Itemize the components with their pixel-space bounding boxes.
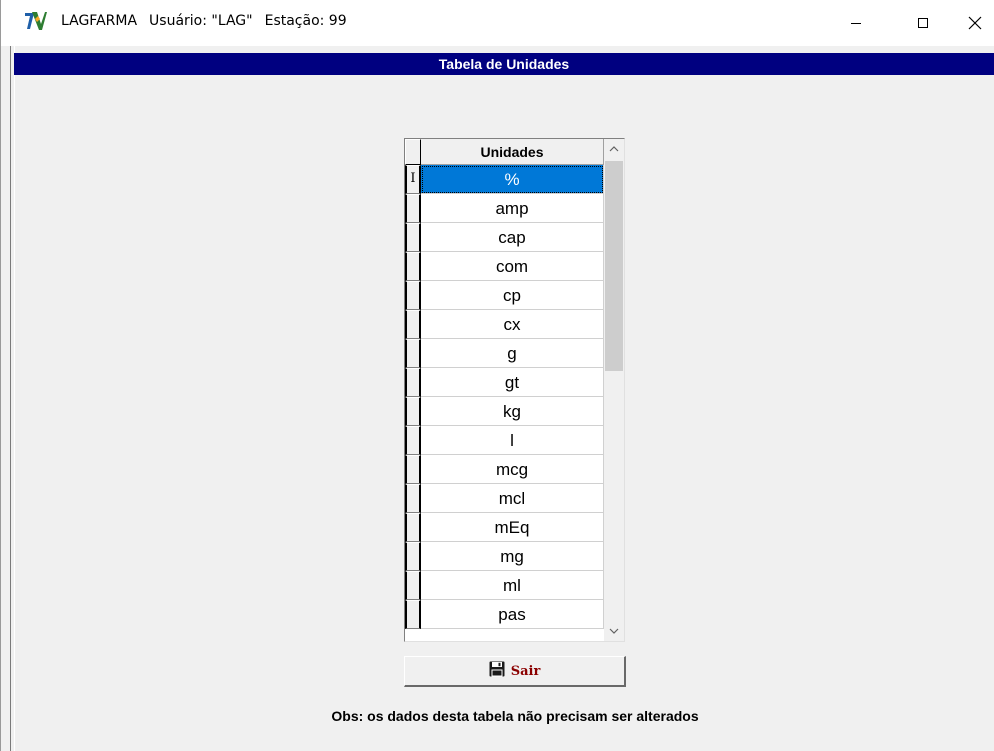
floppy-disk-icon [489, 661, 505, 682]
scroll-thumb[interactable] [605, 161, 623, 371]
title-station: Estação: 99 [264, 13, 347, 29]
unit-cell[interactable]: mcg [421, 455, 604, 484]
table-row[interactable]: com [405, 252, 604, 281]
row-indicator[interactable] [405, 426, 421, 455]
row-indicator[interactable] [405, 484, 421, 513]
table-row[interactable]: mg [405, 542, 604, 571]
minimize-button[interactable] [833, 0, 879, 46]
unit-cell[interactable]: kg [421, 397, 604, 426]
vertical-scrollbar[interactable] [604, 139, 624, 641]
table-row[interactable]: mcg [405, 455, 604, 484]
chevron-up-icon [609, 146, 619, 152]
scroll-up-button[interactable] [604, 139, 624, 159]
table-row[interactable]: cap [405, 223, 604, 252]
grid-body: Unidades I% amp cap com cp cx g gt kg l mcg mcl mEq m… [405, 139, 604, 641]
grid-header: Unidades [405, 139, 604, 165]
grid-rows: I% amp cap com cp cx g gt kg l mcg mcl mEq mg ml pas [405, 165, 604, 629]
table-row[interactable]: l [405, 426, 604, 455]
window-title: LAGFARMA Usuário: "LAG" Estação: 99 [61, 13, 359, 29]
table-row[interactable]: gt [405, 368, 604, 397]
app-window: LAGFARMA Usuário: "LAG" Estação: 99 Tabela… [0, 0, 994, 751]
unit-cell[interactable]: cp [421, 281, 604, 310]
maximize-icon [918, 18, 928, 28]
unit-cell[interactable]: amp [421, 194, 604, 223]
row-indicator[interactable] [405, 571, 421, 600]
row-indicator[interactable] [405, 600, 421, 629]
row-indicator[interactable]: I [405, 165, 421, 194]
table-row[interactable]: pas [405, 600, 604, 629]
observation-note: Obs: os dados desta tabela não precisam … [331, 708, 699, 724]
form-header: Tabela de Unidades [14, 53, 994, 75]
row-indicator-header [405, 139, 421, 165]
maximize-button[interactable] [900, 0, 946, 46]
close-icon [968, 16, 982, 30]
unit-cell[interactable]: l [421, 426, 604, 455]
units-grid[interactable]: Unidades I% amp cap com cp cx g gt kg l mcg mcl mEq m… [404, 138, 625, 642]
row-indicator[interactable] [405, 194, 421, 223]
lagfarma-logo-icon [23, 10, 47, 32]
table-row[interactable]: amp [405, 194, 604, 223]
unit-cell[interactable]: cx [421, 310, 604, 339]
unit-cell[interactable]: pas [421, 600, 604, 629]
row-indicator[interactable] [405, 513, 421, 542]
table-row[interactable]: mcl [405, 484, 604, 513]
table-row[interactable]: kg [405, 397, 604, 426]
column-header-unidades[interactable]: Unidades [421, 139, 604, 165]
unit-cell[interactable]: mEq [421, 513, 604, 542]
sair-label: Sair [510, 663, 541, 679]
row-indicator[interactable] [405, 455, 421, 484]
table-row[interactable]: cx [405, 310, 604, 339]
unit-cell[interactable]: ml [421, 571, 604, 600]
unit-cell[interactable]: gt [421, 368, 604, 397]
title-app-name: LAGFARMA [61, 13, 138, 29]
row-indicator[interactable] [405, 310, 421, 339]
row-indicator[interactable] [405, 281, 421, 310]
table-row[interactable]: I% [405, 165, 604, 194]
row-indicator[interactable] [405, 223, 421, 252]
row-indicator[interactable] [405, 542, 421, 571]
table-row[interactable]: g [405, 339, 604, 368]
row-indicator[interactable] [405, 397, 421, 426]
title-bar: LAGFARMA Usuário: "LAG" Estação: 99 [1, 0, 994, 46]
unit-cell[interactable]: mg [421, 542, 604, 571]
table-row[interactable]: cp [405, 281, 604, 310]
unit-cell[interactable]: mcl [421, 484, 604, 513]
row-indicator[interactable] [405, 252, 421, 281]
sair-button[interactable]: Sair [404, 656, 626, 687]
close-button[interactable] [952, 0, 994, 46]
chevron-down-icon [609, 628, 619, 634]
unit-cell[interactable]: % [421, 165, 604, 194]
minimize-icon [851, 23, 861, 24]
unit-cell[interactable]: g [421, 339, 604, 368]
table-row[interactable]: ml [405, 571, 604, 600]
unit-cell[interactable]: cap [421, 223, 604, 252]
window-left-border [10, 46, 15, 751]
unit-cell[interactable]: com [421, 252, 604, 281]
table-row[interactable]: mEq [405, 513, 604, 542]
row-indicator[interactable] [405, 339, 421, 368]
row-indicator[interactable] [405, 368, 421, 397]
title-user: Usuário: "LAG" [149, 13, 253, 29]
scroll-down-button[interactable] [604, 621, 624, 641]
